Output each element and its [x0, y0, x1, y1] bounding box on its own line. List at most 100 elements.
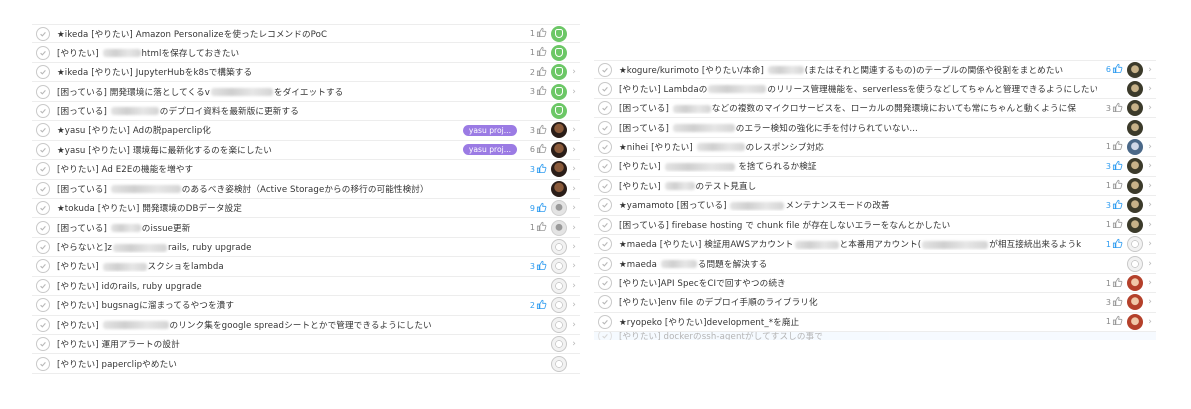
task-title[interactable]: [やりたい] dockerのssh-agentがしてすスしの事で [619, 332, 1097, 340]
thumbs-up-icon[interactable] [535, 66, 547, 79]
chevron-right-icon[interactable]: › [570, 339, 578, 349]
task-row[interactable]: ★yasu [やりたい] Adの脱paperclip化 yasu proj... 3… [32, 121, 580, 141]
check-circle-icon[interactable] [36, 123, 50, 138]
task-title[interactable]: [困っている] のエラー検知の強化に手を付けられていない... [619, 122, 1097, 134]
like-counter[interactable]: 1 [1097, 218, 1123, 231]
task-row[interactable]: ★maeda る問題を解決する › [594, 254, 1156, 274]
task-title[interactable]: [困っている] のデプロイ資料を最新版に更新する [57, 105, 521, 117]
check-circle-icon[interactable] [36, 298, 50, 313]
thumbs-up-icon[interactable] [1111, 160, 1123, 173]
thumbs-up-icon[interactable] [1111, 102, 1123, 115]
chevron-right-icon[interactable]: › [1146, 317, 1154, 327]
like-counter[interactable]: 1 [521, 46, 547, 59]
like-counter[interactable]: 1 [1097, 277, 1123, 290]
check-circle-icon[interactable] [598, 178, 612, 193]
check-circle-icon[interactable] [598, 332, 612, 341]
task-title[interactable]: [やりたい] idのrails, ruby upgrade [57, 280, 521, 292]
check-circle-icon[interactable] [598, 237, 612, 252]
project-tag[interactable]: yasu proj... [462, 124, 517, 136]
chevron-right-icon[interactable]: › [570, 87, 578, 97]
like-counter[interactable]: 3 [1097, 160, 1123, 173]
task-row[interactable]: ★yamamoto [困っている] メンテナンスモードの改善 3 › [594, 196, 1156, 216]
check-circle-icon[interactable] [36, 201, 50, 216]
task-row[interactable]: ★tokuda [やりたい] 開発環境のDBデータ設定 9 › [32, 199, 580, 219]
check-circle-icon[interactable] [36, 84, 50, 99]
thumbs-up-icon[interactable] [535, 46, 547, 59]
task-row[interactable]: [やりたい] Ad E2Eの機能を増やす 3 › [32, 160, 580, 180]
chevron-right-icon[interactable]: › [570, 184, 578, 194]
task-title[interactable]: ★ryopeko [やりたい]development_*を廃止 [619, 316, 1097, 328]
task-row[interactable]: [困っている] などの複数のマイクロサービスを、ローカルの開発環境においても常に… [594, 99, 1156, 119]
thumbs-up-icon[interactable] [535, 221, 547, 234]
thumbs-up-icon[interactable] [1111, 179, 1123, 192]
thumbs-up-icon[interactable] [1111, 63, 1123, 76]
task-title[interactable]: [やりたい] Lambdaの のリリース管理機能を、serverlessを使うなど… [619, 83, 1097, 95]
task-row[interactable]: ★kogure/kurimoto [やりたい/本命] (またはそれと関連するもの… [594, 60, 1156, 80]
task-row[interactable]: [困っている] のデプロイ資料を最新版に更新する [32, 102, 580, 122]
chevron-right-icon[interactable]: › [1146, 84, 1154, 94]
like-counter[interactable]: 9 [521, 202, 547, 215]
thumbs-up-icon[interactable] [535, 202, 547, 215]
task-row[interactable]: [困っている] のissue更新 1 › [32, 218, 580, 238]
thumbs-up-icon[interactable] [1111, 315, 1123, 328]
check-circle-icon[interactable] [598, 101, 612, 116]
task-row[interactable]: [やりたい] スクショをlambda 3 › [32, 257, 580, 277]
like-counter[interactable]: 3 [521, 85, 547, 98]
chevron-right-icon[interactable]: › [1146, 239, 1154, 249]
task-row[interactable]: [やりたい] paperclipやめたい [32, 354, 580, 374]
task-title[interactable]: [やりたい]API SpecをCIで回すやつの続き [619, 277, 1097, 289]
task-title[interactable]: [やりたい] スクショをlambda [57, 260, 521, 272]
task-row[interactable]: [困っている] のエラー検知の強化に手を付けられていない... [594, 118, 1156, 138]
task-row[interactable]: [やりたい] dockerのssh-agentがしてすスしの事で [594, 332, 1156, 341]
task-title[interactable]: [困っている] などの複数のマイクロサービスを、ローカルの開発環境においても常に… [619, 102, 1097, 114]
thumbs-up-icon[interactable] [1111, 296, 1123, 309]
task-title[interactable]: ★maeda る問題を解決する [619, 258, 1097, 270]
task-row[interactable]: [やりたい] を捨てられるか検証 3 › [594, 157, 1156, 177]
check-circle-icon[interactable] [598, 120, 612, 135]
thumbs-up-icon[interactable] [1111, 140, 1123, 153]
like-counter[interactable]: 3 [521, 260, 547, 273]
task-title[interactable]: ★yasu [やりたい] Adの脱paperclip化 [57, 124, 463, 136]
task-row[interactable]: ★ikeda [やりたい] JupyterHubをk8sで構築する 2 › [32, 63, 580, 83]
task-row[interactable]: ★nihei [やりたい] のレスポンシブ対応 1 › [594, 138, 1156, 158]
chevron-right-icon[interactable]: › [1146, 220, 1154, 230]
task-row[interactable]: [やりたい] Lambdaの のリリース管理機能を、serverlessを使うなど… [594, 79, 1156, 99]
chevron-right-icon[interactable]: › [1146, 65, 1154, 75]
task-title[interactable]: [やりたい] 運用アラートの設計 [57, 338, 521, 350]
check-circle-icon[interactable] [36, 65, 50, 80]
like-counter[interactable]: 3 [1097, 296, 1123, 309]
task-row[interactable]: [やりたい]env file のデプロイ手順のライブラリ化 3 › [594, 293, 1156, 313]
task-title[interactable]: [困っている] のissue更新 [57, 222, 521, 234]
check-circle-icon[interactable] [598, 276, 612, 291]
like-counter[interactable]: 2 [521, 299, 547, 312]
task-row[interactable]: [やりたい] htmlを保存しておきたい 1 [32, 43, 580, 63]
task-row[interactable]: [困っている] 開発環境に落としてくるv をダイエットする 3 › [32, 82, 580, 102]
chevron-right-icon[interactable]: › [570, 125, 578, 135]
task-row[interactable]: [やりたい] idのrails, ruby upgrade › [32, 277, 580, 297]
thumbs-up-icon[interactable] [1111, 238, 1123, 251]
like-counter[interactable]: 3 [1097, 102, 1123, 115]
check-circle-icon[interactable] [36, 240, 50, 255]
check-circle-icon[interactable] [36, 317, 50, 332]
task-title[interactable]: [困っている] のあるべき姿検討（Active Storageからの移行の可能性… [57, 183, 521, 195]
like-counter[interactable]: 3 [521, 124, 547, 137]
task-row[interactable]: [困っている] firebase hosting で chunk file が存… [594, 216, 1156, 235]
chevron-right-icon[interactable]: › [570, 300, 578, 310]
chevron-right-icon[interactable]: › [570, 203, 578, 213]
chevron-right-icon[interactable]: › [1146, 297, 1154, 307]
check-circle-icon[interactable] [598, 314, 612, 329]
task-title[interactable]: ★kogure/kurimoto [やりたい/本命] (またはそれと関連するもの… [619, 64, 1097, 76]
chevron-right-icon[interactable]: › [570, 67, 578, 77]
task-row[interactable]: [やらないと]z rails, ruby upgrade › [32, 238, 580, 258]
check-circle-icon[interactable] [36, 278, 50, 293]
task-row[interactable]: ★ryopeko [やりたい]development_*を廃止 1 › [594, 313, 1156, 333]
thumbs-up-icon[interactable] [535, 124, 547, 137]
chevron-right-icon[interactable]: › [1146, 161, 1154, 171]
task-title[interactable]: [やりたい] Ad E2Eの機能を増やす [57, 163, 521, 175]
check-circle-icon[interactable] [598, 295, 612, 310]
check-circle-icon[interactable] [36, 26, 50, 41]
task-title[interactable]: ★ikeda [やりたい] JupyterHubをk8sで構築する [57, 66, 521, 78]
task-title[interactable]: [やりたい] を捨てられるか検証 [619, 160, 1097, 172]
task-title[interactable]: [やりたい] のリンク集をgoogle spreadシートとかで管理できるように… [57, 319, 521, 331]
thumbs-up-icon[interactable] [535, 299, 547, 312]
